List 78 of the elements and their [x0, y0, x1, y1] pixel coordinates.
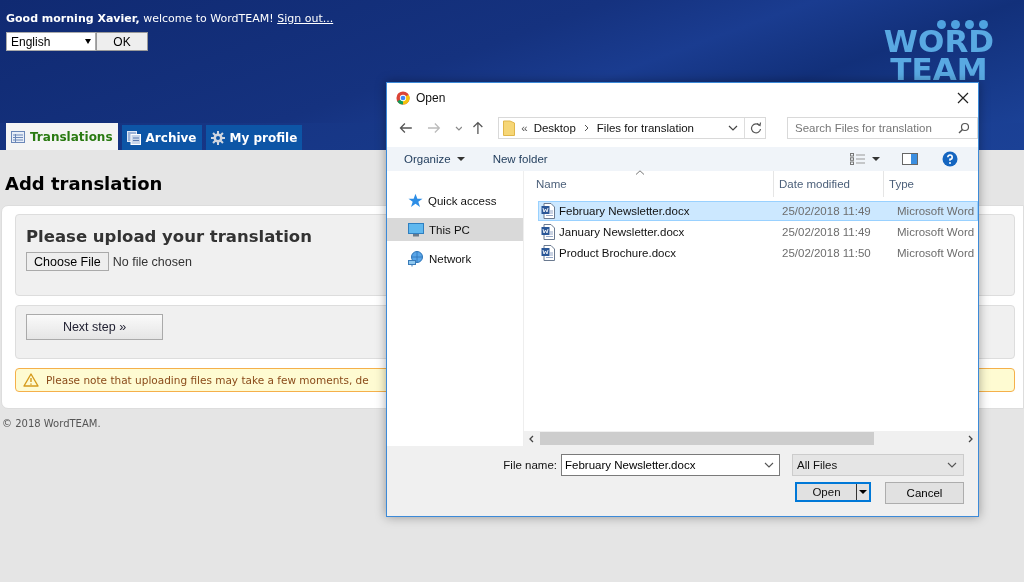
horizontal-scrollbar[interactable]	[524, 431, 978, 446]
file-name[interactable]: Product Brochure.docx	[559, 247, 676, 259]
chevron-down-icon	[947, 462, 957, 468]
list-icon	[11, 130, 25, 143]
breadcrumb-item[interactable]: Files for translation	[596, 122, 694, 134]
file-name-label: File name:	[503, 459, 557, 471]
breadcrumb-item[interactable]: Desktop	[533, 122, 576, 134]
file-type-select[interactable]: All Files	[792, 454, 964, 476]
back-arrow-icon[interactable]	[399, 122, 413, 134]
sign-out-link[interactable]: Sign out...	[277, 12, 334, 25]
organize-menu[interactable]: Organize	[404, 153, 451, 165]
search-field[interactable]: Search Files for translation	[787, 117, 978, 139]
browser-logo-icon	[396, 91, 410, 105]
file-type: Microsoft Word	[896, 247, 976, 259]
dialog-title: Open	[416, 91, 446, 105]
footer-text: © 2018 WordTEAM.	[1, 417, 102, 429]
file-name[interactable]: February Newsletter.docx	[559, 205, 690, 217]
preview-pane-icon[interactable]	[902, 153, 918, 165]
chevron-down-icon[interactable]	[764, 462, 774, 468]
file-row[interactable]: January Newsletter.docx 25/02/2018 11:49 Microsoft Word	[538, 222, 978, 242]
column-header[interactable]: Date modified	[774, 171, 884, 197]
file-type: Microsoft Word	[896, 205, 976, 217]
greeting-text: Good morning Xavier, welcome to WordTEAM!	[6, 12, 274, 25]
navigation-item[interactable]: Quick access	[387, 189, 523, 212]
chevron-right-icon[interactable]	[583, 124, 589, 132]
word-document-icon	[541, 203, 555, 219]
scroll-right-icon[interactable]	[968, 434, 974, 443]
tab[interactable]: Archive	[121, 125, 202, 150]
navigation-item[interactable]: This PC	[387, 218, 523, 241]
caret-icon[interactable]	[456, 157, 465, 161]
address-bar[interactable]: « Desktop Files for translation	[498, 117, 766, 139]
warning-icon	[23, 373, 39, 387]
next-step-button[interactable]: Next step »	[26, 314, 163, 340]
gear-icon	[210, 130, 225, 145]
new-folder-button[interactable]: New folder	[492, 153, 548, 165]
file-row[interactable]: Product Brochure.docx 25/02/2018 11:50 Microsoft Word	[538, 243, 978, 263]
language-select[interactable]: English	[6, 32, 96, 51]
file-status: No file chosen	[112, 254, 192, 269]
file-date: 25/02/2018 11:49	[781, 205, 872, 217]
monitor-icon	[408, 222, 424, 237]
network-icon	[408, 250, 424, 267]
tab[interactable]: Translations	[6, 123, 118, 150]
upload-title: Please upload your translation	[26, 227, 312, 246]
tab[interactable]: My profile	[205, 125, 303, 150]
up-arrow-icon[interactable]	[472, 121, 485, 135]
navigation-item[interactable]: Network	[387, 247, 523, 270]
documents-icon	[126, 130, 141, 145]
breadcrumb-overflow[interactable]: «	[521, 122, 528, 134]
open-button[interactable]: Open	[795, 482, 871, 502]
column-header[interactable]: Name	[524, 171, 774, 197]
file-date: 25/02/2018 11:50	[781, 247, 872, 259]
search-icon	[958, 122, 970, 134]
page-heading: Add translation	[5, 173, 163, 196]
file-name-field[interactable]: February Newsletter.docx	[561, 454, 780, 476]
caret-icon[interactable]	[859, 490, 867, 494]
dots-icon	[937, 20, 988, 29]
scrollbar-thumb[interactable]	[540, 432, 874, 445]
scroll-left-icon[interactable]	[528, 434, 534, 443]
word-document-icon	[541, 245, 555, 261]
column-header[interactable]: Type	[884, 171, 964, 197]
folder-icon	[503, 120, 516, 136]
choose-file-button[interactable]: Choose File	[26, 252, 109, 271]
help-icon[interactable]	[942, 151, 958, 167]
file-name[interactable]: January Newsletter.docx	[559, 226, 685, 238]
cancel-button[interactable]: Cancel	[885, 482, 964, 504]
view-list-icon[interactable]	[850, 153, 866, 165]
caret-icon[interactable]	[872, 157, 880, 161]
sort-caret-icon	[635, 170, 645, 175]
close-icon[interactable]	[957, 92, 969, 104]
notice-text: Please note that uploading files may take a few moments, de	[46, 374, 369, 386]
ok-button[interactable]: OK	[96, 32, 148, 51]
file-type: Microsoft Word	[896, 226, 976, 238]
word-document-icon	[541, 224, 555, 240]
dropdown-arrow-icon	[85, 39, 91, 44]
file-row[interactable]: February Newsletter.docx 25/02/2018 11:49 Microsoft Word	[538, 201, 978, 221]
star-icon	[408, 193, 423, 208]
file-date: 25/02/2018 11:49	[781, 226, 872, 238]
chevron-down-icon[interactable]	[728, 125, 738, 131]
